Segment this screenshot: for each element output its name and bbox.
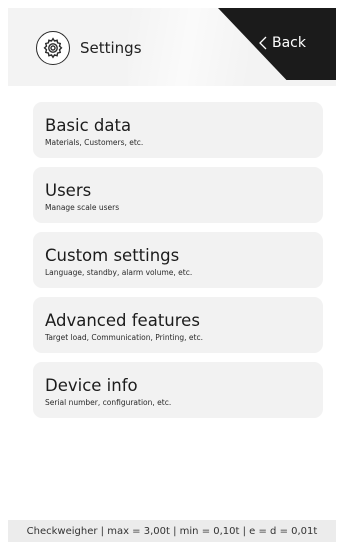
menu-item-advanced-features[interactable]: Advanced features Target load, Communica… [33, 297, 323, 353]
scale-status-text: Checkweigher | max = 3,00t | min = 0,10t… [26, 525, 318, 537]
settings-screen: Settings Back Basic data Materials, Cust… [0, 0, 343, 547]
menu-item-subtitle: Serial number, configuration, etc. [45, 398, 172, 407]
menu-item-basic-data[interactable]: Basic data Materials, Customers, etc. [33, 102, 323, 158]
menu-item-title: Advanced features [45, 311, 200, 330]
menu-item-device-info[interactable]: Device info Serial number, configuration… [33, 362, 323, 418]
menu-item-users[interactable]: Users Manage scale users [33, 167, 323, 223]
menu-item-subtitle: Materials, Customers, etc. [45, 138, 144, 147]
menu-item-custom-settings[interactable]: Custom settings Language, standby, alarm… [33, 232, 323, 288]
menu-item-title: Device info [45, 376, 138, 395]
gear-icon [36, 31, 70, 65]
menu-item-title: Users [45, 181, 92, 200]
menu-item-subtitle: Language, standby, alarm volume, etc. [45, 268, 193, 277]
menu-item-title: Basic data [45, 116, 132, 135]
back-label: Back [272, 35, 306, 51]
page-title: Settings [80, 39, 142, 57]
status-footer: Checkweigher | max = 3,00t | min = 0,10t… [8, 520, 336, 542]
back-button[interactable]: Back [258, 28, 328, 58]
menu-item-title: Custom settings [45, 246, 180, 265]
menu-item-subtitle: Target load, Communication, Printing, et… [45, 333, 203, 342]
menu-item-subtitle: Manage scale users [45, 203, 120, 212]
chevron-left-icon [258, 36, 268, 50]
